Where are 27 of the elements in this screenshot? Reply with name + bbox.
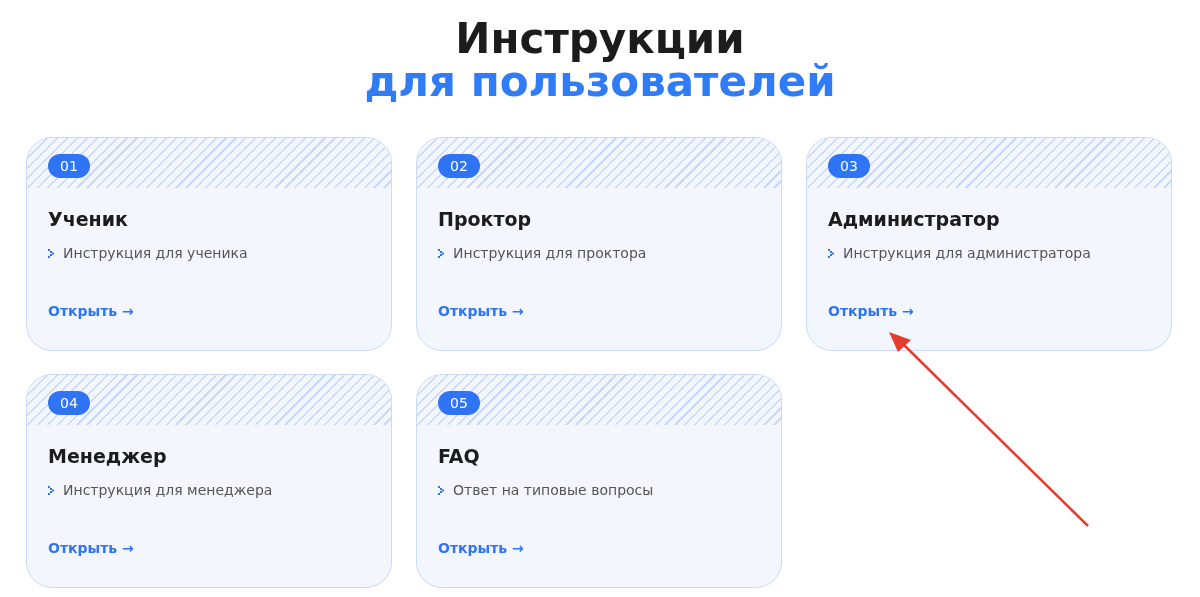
chevron-icon (48, 248, 54, 258)
open-link[interactable]: Открыть → (48, 538, 134, 559)
card-title: FAQ (438, 445, 481, 468)
instruction-text: Инструкция для ученика (63, 243, 248, 263)
open-link[interactable]: Открыть → (48, 301, 134, 322)
number-badge: 01 (48, 154, 90, 178)
card-title: Администратор (828, 208, 1001, 231)
open-link[interactable]: Открыть → (438, 301, 524, 322)
chevron-icon (48, 485, 54, 495)
number-badge: 05 (438, 391, 480, 415)
instruction-text: Инструкция для менеджера (63, 480, 273, 500)
open-link[interactable]: Открыть → (438, 538, 524, 559)
chevron-icon (438, 485, 444, 495)
instruction-text: Инструкция для администратора (843, 243, 1091, 263)
chevron-icon (438, 248, 444, 258)
card-title: Проктор (438, 208, 533, 231)
open-link[interactable]: Открыть → (828, 301, 914, 322)
instruction-text: Ответ на типовые вопросы (453, 480, 654, 500)
number-badge: 02 (438, 154, 480, 178)
page-subheading: для пользователей (364, 61, 836, 103)
card-title: Ученик (48, 208, 129, 231)
card-title: Менеджер (48, 445, 168, 468)
instruction-text: Инструкция для проктора (453, 243, 647, 263)
number-badge: 03 (828, 154, 870, 178)
number-badge: 04 (48, 391, 90, 415)
chevron-icon (828, 248, 834, 258)
page-heading: Инструкции (455, 18, 745, 60)
